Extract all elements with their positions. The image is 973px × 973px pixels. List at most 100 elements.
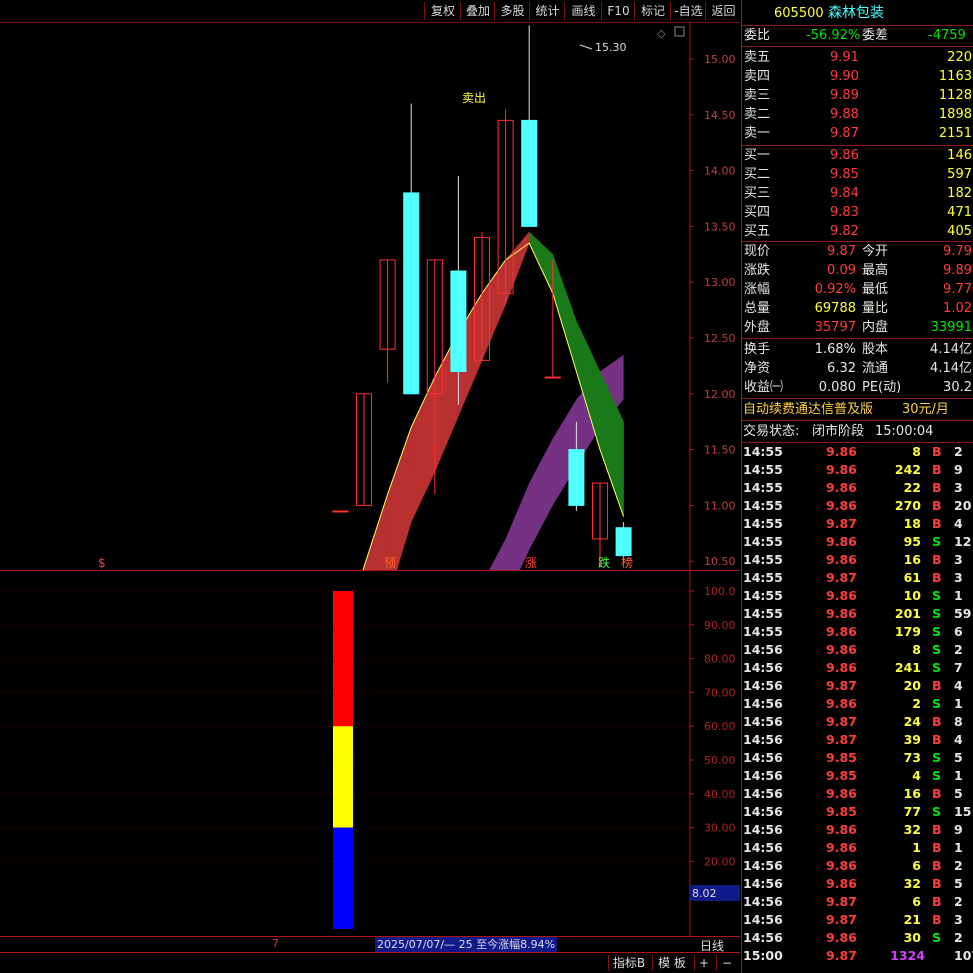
tick-count: 3 bbox=[954, 570, 963, 585]
bottom-button[interactable]: − bbox=[716, 955, 737, 971]
tick-volume: 95 bbox=[903, 534, 921, 549]
tick-price: 9.86 bbox=[826, 642, 857, 657]
tick-volume: 241 bbox=[894, 660, 921, 675]
tick-time: 14:56 bbox=[743, 750, 783, 765]
tick-volume: 10 bbox=[903, 588, 921, 603]
fundamental-row: 换手 1.68% 股本 4.14亿 bbox=[742, 340, 973, 359]
toolbar-button[interactable]: 返回 bbox=[705, 2, 741, 20]
ind-tick-label: 20.00 bbox=[704, 855, 736, 868]
tick-count: 2 bbox=[954, 642, 963, 657]
ask-row: 卖二 9.88 1898 bbox=[742, 105, 973, 124]
indicator-chart[interactable]: 100.0 90.00 80.00 70.00 60.00 50.00 40.00 30.00… bbox=[0, 571, 740, 936]
toolbar-button[interactable]: 叠加 bbox=[460, 2, 495, 20]
stat-value: 0.09 bbox=[827, 263, 856, 278]
tick-price: 9.86 bbox=[826, 606, 857, 621]
indicator-bar-segment bbox=[333, 591, 353, 727]
toolbar-button[interactable]: 复权 bbox=[424, 2, 461, 20]
sell-signal-label: 卖出 bbox=[462, 91, 486, 105]
event-marker: 预 bbox=[384, 556, 396, 570]
tick-count: 9 bbox=[954, 462, 963, 477]
bid-label: 买三 bbox=[744, 186, 771, 201]
toolbar-button[interactable]: 画线 bbox=[564, 2, 602, 20]
tick-side: B bbox=[932, 462, 942, 477]
tick-time: 14:56 bbox=[743, 732, 783, 747]
tick-count: 59 bbox=[954, 606, 972, 621]
stat-label: 最低 bbox=[862, 282, 889, 297]
bid-volume: 471 bbox=[947, 205, 972, 220]
ask-price: 9.88 bbox=[830, 107, 859, 122]
tick-row: 14:56 9.86 241 S 7 bbox=[742, 659, 973, 677]
tick-row: 14:55 9.86 242 B 9 bbox=[742, 461, 973, 479]
ask-volume: 1163 bbox=[938, 69, 972, 84]
tick-time: 14:56 bbox=[743, 930, 783, 945]
tick-side: B bbox=[932, 516, 942, 531]
ma-fast-band bbox=[528, 231, 554, 294]
tick-volume: 16 bbox=[903, 552, 921, 567]
event-marker: 涨 bbox=[525, 555, 537, 570]
fund-value: 6.32 bbox=[827, 361, 856, 376]
bottom-button[interactable]: 指标B bbox=[608, 955, 649, 971]
kline-chart[interactable]: 15.00 14.50 14.00 13.50 13.00 12.50 12.00 11.50… bbox=[0, 22, 740, 963]
ask-label: 卖二 bbox=[744, 107, 771, 122]
indicator-bar-segment bbox=[333, 726, 353, 828]
ind-tick-label: 60.00 bbox=[704, 720, 736, 733]
price-tick-label: 14.50 bbox=[704, 109, 736, 122]
fund-label: 流通 bbox=[862, 361, 889, 376]
ma-mid-band bbox=[10, 354, 624, 937]
tick-side: B bbox=[932, 858, 942, 873]
promo-price[interactable]: 30元/月 bbox=[902, 400, 949, 419]
tick-row: 14:56 9.86 30 S 2 bbox=[742, 929, 973, 947]
tick-row: 14:55 9.86 10 S 1 bbox=[742, 587, 973, 605]
ask-row: 卖三 9.89 1128 bbox=[742, 86, 973, 105]
toolbar-button[interactable]: 标记 bbox=[634, 2, 671, 20]
stat-row: 涨跌 0.09 最高 9.89 bbox=[742, 261, 973, 280]
event-marker: $ bbox=[98, 556, 106, 570]
tick-side: B bbox=[932, 732, 942, 747]
fund-label: 换手 bbox=[744, 342, 771, 357]
toolbar-button[interactable]: 多股 bbox=[494, 2, 530, 20]
toolbar-button[interactable]: F10 bbox=[601, 2, 635, 20]
tick-volume: 4 bbox=[912, 768, 921, 783]
candle-body bbox=[615, 527, 632, 557]
fundamental-row: 收益㈠ 0.080 PE(动) 30.2 bbox=[742, 378, 973, 397]
tick-count: 8 bbox=[954, 714, 963, 729]
tick-time: 14:56 bbox=[743, 768, 783, 783]
tick-time: 14:56 bbox=[743, 714, 783, 729]
tick-side: B bbox=[932, 894, 942, 909]
tick-row: 14:55 9.86 179 S 6 bbox=[742, 623, 973, 641]
tick-side: B bbox=[932, 570, 942, 585]
tick-count: 1 bbox=[954, 696, 963, 711]
bid-price: 9.86 bbox=[830, 148, 859, 163]
tick-side: B bbox=[932, 552, 942, 567]
fund-label: 股本 bbox=[862, 342, 889, 357]
tick-side: S bbox=[932, 660, 942, 675]
stat-value: 9.79 bbox=[943, 244, 972, 259]
bottom-button[interactable]: 模 板 bbox=[652, 955, 691, 971]
fund-label: 收益㈠ bbox=[744, 380, 784, 395]
toolbar-button[interactable]: 统计 bbox=[529, 2, 565, 20]
tick-side: S bbox=[932, 624, 942, 639]
tick-price: 9.87 bbox=[826, 678, 857, 693]
stat-label: 外盘 bbox=[744, 320, 771, 335]
tick-row: 14:56 9.87 6 B 2 bbox=[742, 893, 973, 911]
ask-label: 卖一 bbox=[744, 126, 771, 141]
tick-row: 14:56 9.86 2 S 1 bbox=[742, 695, 973, 713]
bottom-button[interactable]: + bbox=[694, 955, 713, 971]
tick-price: 9.86 bbox=[826, 858, 857, 873]
tick-row: 14:55 9.86 8 B 2 bbox=[742, 443, 973, 461]
fund-value: 4.14亿 bbox=[930, 361, 972, 376]
tick-time: 14:55 bbox=[743, 462, 783, 477]
toolbar-button[interactable]: -自选 bbox=[670, 2, 706, 20]
bid-volume: 146 bbox=[947, 148, 972, 163]
tick-price: 9.86 bbox=[826, 822, 857, 837]
bid-label: 买一 bbox=[744, 148, 771, 163]
tick-row: 14:55 9.86 95 S 12 bbox=[742, 533, 973, 551]
tick-volume: 2 bbox=[912, 696, 921, 711]
tick-volume: 270 bbox=[894, 498, 921, 513]
tick-side: S bbox=[932, 930, 942, 945]
tick-volume: 1 bbox=[912, 840, 921, 855]
ask-label: 卖五 bbox=[744, 50, 771, 65]
tick-row: 14:56 9.86 32 B 5 bbox=[742, 875, 973, 893]
promo-text[interactable]: 自动续费通达信普及版 bbox=[743, 400, 873, 419]
ask-price: 9.90 bbox=[830, 69, 859, 84]
